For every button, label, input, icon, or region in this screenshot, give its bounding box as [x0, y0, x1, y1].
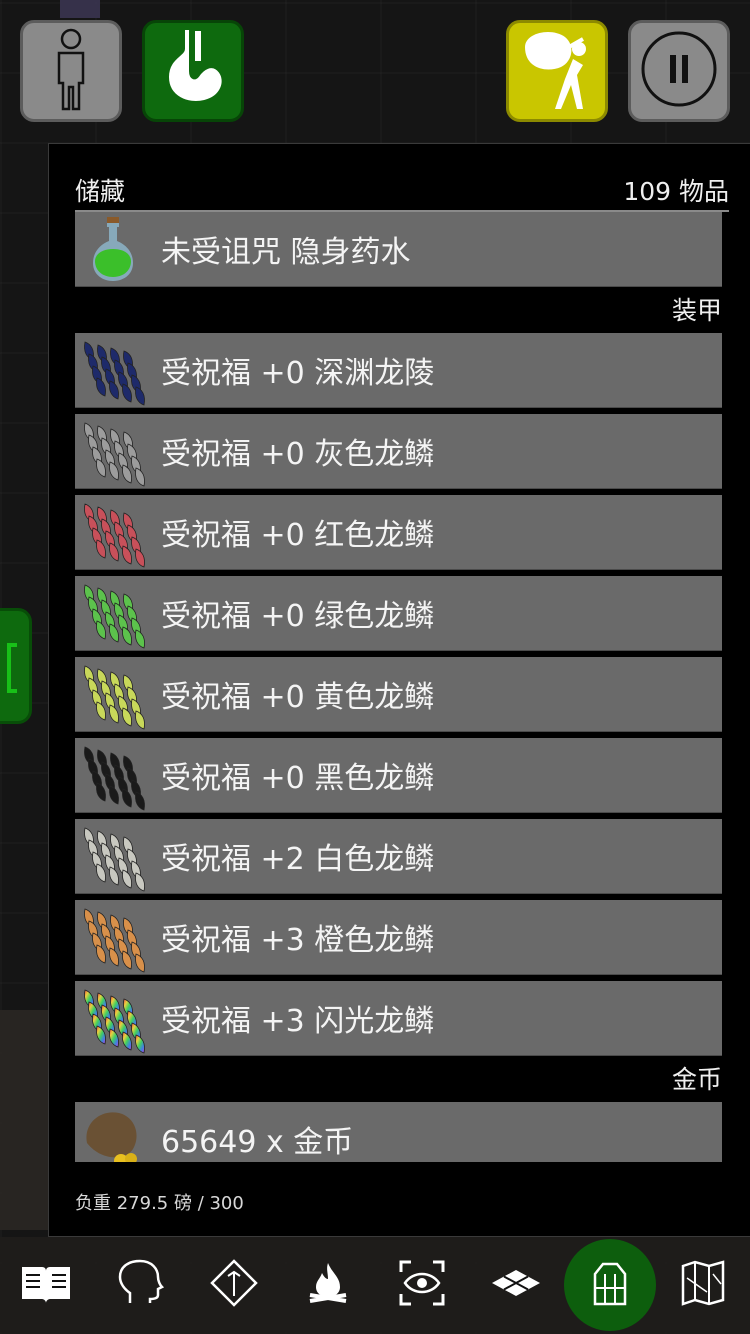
dragon-scale-icon — [77, 415, 149, 487]
side-drawer-tab[interactable] — [0, 608, 32, 724]
dragon-scale-icon — [77, 577, 149, 649]
map-button[interactable] — [658, 1239, 750, 1331]
category-gold-label: 金币 — [671, 1065, 722, 1094]
carry-weight-text: 负重 279.5 磅 / 300 — [75, 1193, 244, 1214]
spellbook-icon — [20, 1261, 72, 1309]
head-profile-icon — [116, 1259, 165, 1311]
person-outline-icon — [51, 27, 91, 115]
heavy-load-icon — [517, 27, 597, 115]
bracket-icon — [7, 643, 17, 693]
item-label: 受祝福 +3 闪光龙鳞 — [161, 1004, 435, 1039]
gold-bag-icon — [77, 1103, 149, 1162]
inventory-title: 储藏 — [75, 177, 126, 206]
item-label: 受祝福 +0 深渊龙陵 — [161, 356, 435, 391]
bottom-toolbar — [0, 1237, 750, 1334]
item-label: 受祝福 +0 灰色龙鳞 — [161, 437, 435, 472]
inventory-header: 储藏 109 物品 — [75, 170, 729, 212]
item-label: 未受诅咒 隐身药水 — [161, 235, 411, 270]
dragon-scale-icon — [77, 820, 149, 892]
hunger-status-button[interactable] — [142, 20, 244, 122]
chat-button[interactable] — [94, 1239, 186, 1331]
armor-item-group: 受祝福 +0 深渊龙陵 受祝福 +0 灰色龙鳞 受祝福 +0 红色龙鳞 受祝福 +0 … — [75, 333, 722, 1056]
inventory-item[interactable]: 受祝福 +0 灰色龙鳞 — [75, 414, 722, 489]
feature-button[interactable] — [188, 1239, 280, 1331]
look-button[interactable] — [376, 1239, 468, 1331]
spellbook-button[interactable] — [0, 1239, 92, 1331]
floor-tile-icon — [490, 1268, 542, 1302]
rest-button[interactable] — [282, 1239, 374, 1331]
pause-button[interactable] — [628, 20, 730, 122]
inventory-item[interactable]: 受祝福 +0 黄色龙鳞 — [75, 657, 722, 732]
inventory-item[interactable]: 受祝福 +3 闪光龙鳞 — [75, 981, 722, 1056]
item-label: 受祝福 +0 黑色龙鳞 — [161, 761, 435, 796]
inventory-item[interactable]: 受祝福 +0 绿色龙鳞 — [75, 576, 722, 651]
green-potion-icon — [77, 213, 149, 285]
inventory-item[interactable]: 未受诅咒 隐身药水 — [75, 212, 722, 287]
floor-button[interactable] — [470, 1239, 562, 1331]
map-icon — [679, 1260, 729, 1310]
category-armor-label: 装甲 — [671, 296, 722, 325]
inventory-item[interactable]: 受祝福 +0 深渊龙陵 — [75, 333, 722, 408]
inventory-button[interactable] — [564, 1239, 656, 1331]
inventory-panel: 储藏 109 物品 未受诅咒 隐身药水 装甲 受祝福 +0 深渊龙陵 受祝福 +0… — [48, 143, 750, 1237]
item-label: 受祝福 +0 红色龙鳞 — [161, 518, 435, 553]
character-button[interactable] — [20, 20, 122, 122]
dungeon-wall — [0, 1010, 48, 1230]
item-label: 受祝福 +0 黄色龙鳞 — [161, 680, 435, 715]
dragon-scale-icon — [77, 982, 149, 1054]
stomach-icon — [158, 29, 228, 113]
inventory-item[interactable]: 受祝福 +0 黑色龙鳞 — [75, 738, 722, 813]
item-label: 受祝福 +0 绿色龙鳞 — [161, 599, 435, 634]
campfire-icon — [304, 1259, 352, 1311]
dungeon-tile — [60, 0, 100, 18]
encumbrance-button[interactable] — [506, 20, 608, 122]
dragon-scale-icon — [77, 658, 149, 730]
dungeon-feature-icon — [209, 1258, 259, 1312]
inventory-item[interactable]: 受祝福 +2 白色龙鳞 — [75, 819, 722, 894]
inventory-item[interactable]: 受祝福 +0 红色龙鳞 — [75, 495, 722, 570]
inventory-item[interactable]: 65649 x 金币 — [75, 1102, 722, 1162]
dragon-scale-icon — [77, 901, 149, 973]
look-eye-icon — [397, 1258, 447, 1312]
dragon-scale-icon — [77, 496, 149, 568]
dragon-scale-icon — [77, 334, 149, 406]
item-label: 受祝福 +3 橙色龙鳞 — [161, 923, 435, 958]
dragon-scale-icon — [77, 739, 149, 811]
inventory-item[interactable]: 受祝福 +3 橙色龙鳞 — [75, 900, 722, 975]
item-label: 受祝福 +2 白色龙鳞 — [161, 842, 435, 877]
item-label: 65649 x 金币 — [161, 1125, 354, 1160]
pause-icon — [639, 29, 719, 113]
inventory-item-count: 109 物品 — [623, 177, 729, 206]
inventory-list[interactable]: 未受诅咒 隐身药水 装甲 受祝福 +0 深渊龙陵 受祝福 +0 灰色龙鳞 受祝福 +… — [75, 212, 722, 1162]
inventory-bag-icon — [587, 1258, 633, 1312]
